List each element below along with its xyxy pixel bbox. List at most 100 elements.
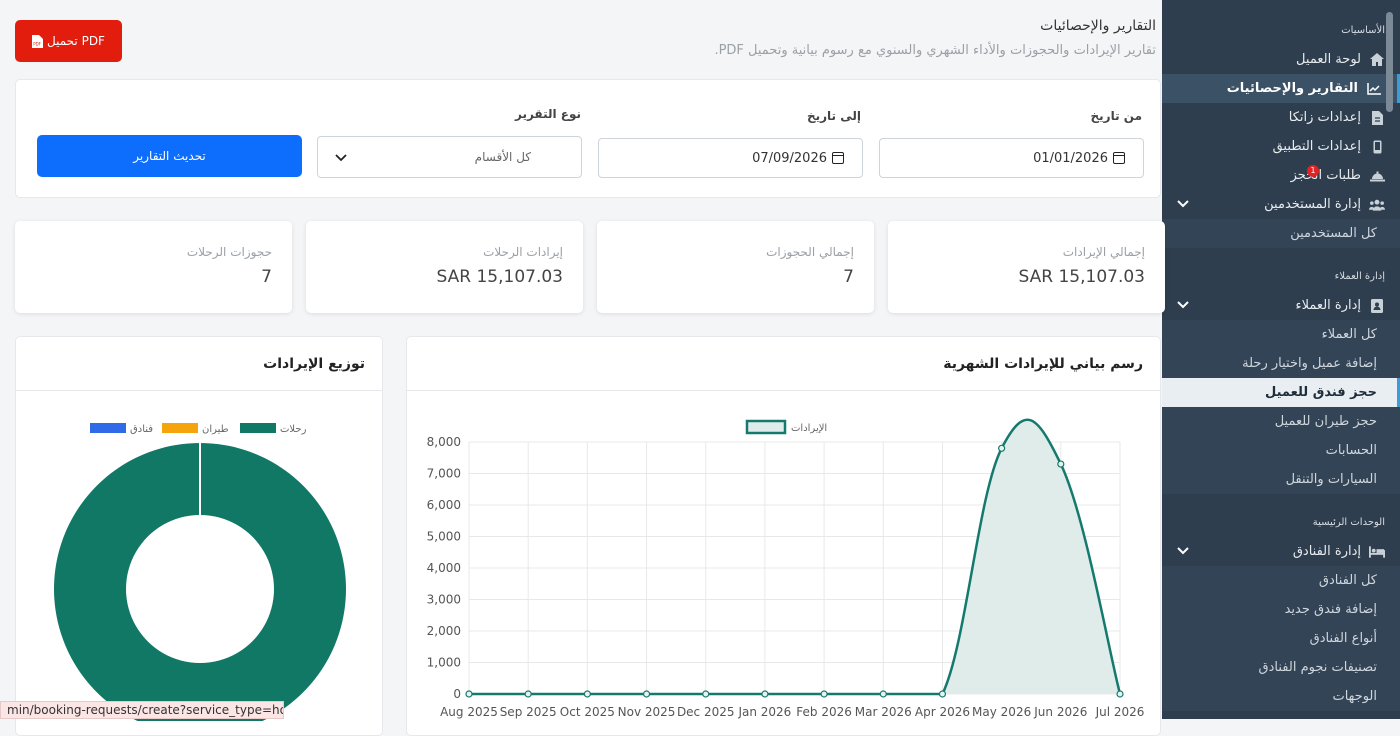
legend-swatch <box>240 423 276 433</box>
from-date-label: من تاريخ <box>1090 109 1142 123</box>
calendar-icon <box>832 152 844 164</box>
y-tick-label: 6,000 <box>427 498 461 512</box>
stat-card-total-revenue: إجمالي الإيرادات SAR 15,107.03 <box>888 221 1165 313</box>
data-point <box>761 690 769 698</box>
stat-value: SAR 15,107.03 <box>436 267 563 287</box>
y-tick-label: 1,000 <box>427 656 461 670</box>
x-tick-label: Jun 2026 <box>1033 705 1087 719</box>
sidebar-item-users-management[interactable]: إدارة المستخدمين <box>1162 190 1400 219</box>
x-tick-label: Jul 2026 <box>1095 705 1145 719</box>
x-tick-label: Sep 2025 <box>500 705 557 719</box>
stat-value: 7 <box>261 267 272 287</box>
to-date-value: 07/09/2026 <box>752 150 827 166</box>
sidebar-subitem-hotel-types[interactable]: أنواع الفنادق <box>1162 624 1400 653</box>
svg-text:PDF: PDF <box>33 41 41 46</box>
sidebar-item-label: إدارة المستخدمين <box>1264 197 1361 212</box>
revenue-distribution-chart: رحلات طيران فنادق <box>53 423 346 721</box>
report-type-select[interactable]: كل الأقسام <box>317 136 582 178</box>
users-icon <box>1369 197 1385 213</box>
sidebar-subitem-book-hotel[interactable]: حجز فندق للعميل <box>1162 378 1400 407</box>
sidebar-subitem-add-hotel[interactable]: إضافة فندق جديد <box>1162 595 1400 624</box>
stat-label: إجمالي الإيرادات <box>1062 245 1145 259</box>
x-tick-label: Mar 2026 <box>855 705 912 719</box>
page-subtitle: تقارير الإيرادات والحجوزات والأداء الشهر… <box>714 43 1156 58</box>
stat-label: إيرادات الرحلات <box>483 245 563 259</box>
x-tick-label: Aug 2025 <box>440 705 498 719</box>
data-point <box>820 690 828 698</box>
x-tick-label: Feb 2026 <box>796 705 852 719</box>
series-area <box>469 419 1120 694</box>
sidebar-section-clients: إدارة العملاء <box>1334 271 1385 282</box>
sidebar-subitem-destinations[interactable]: الوجهات <box>1162 682 1400 711</box>
sidebar-subitem-all-hotels[interactable]: كل الفنادق <box>1162 566 1400 595</box>
sidebar-item-booking-requests[interactable]: طلبات الحجز 1 <box>1162 161 1400 190</box>
sidebar-item-app-settings[interactable]: إعدادات التطبيق <box>1162 132 1400 161</box>
bell-service-icon <box>1369 168 1385 184</box>
sidebar-subitem-accounts[interactable]: الحسابات <box>1162 436 1400 465</box>
monthly-revenue-title: رسم بياني للإيرادات الشهرية <box>407 337 1160 391</box>
from-date-value: 01/01/2026 <box>1033 150 1108 166</box>
legend-label: الإيرادات <box>791 423 827 434</box>
to-date-label: إلى تاريخ <box>806 109 861 123</box>
y-tick-label: 7,000 <box>427 467 461 481</box>
download-pdf-button[interactable]: PDF تحميل PDF <box>15 20 122 62</box>
legend-swatch <box>162 423 198 433</box>
chevron-down-icon <box>1177 301 1189 309</box>
stat-value: 7 <box>843 267 854 287</box>
x-tick-label: Nov 2025 <box>618 705 676 719</box>
y-tick-label: 0 <box>453 687 461 701</box>
sidebar-item-clients-management[interactable]: إدارة العملاء <box>1162 291 1400 320</box>
bed-icon <box>1369 544 1385 560</box>
revenue-distribution-card: توزيع الإيرادات رحلات طيران فنادق <box>15 336 383 736</box>
legend-label: طيران <box>202 424 229 435</box>
chevron-down-icon <box>1177 200 1189 208</box>
sidebar-item-hotels-management[interactable]: إدارة الفنادق <box>1162 537 1400 566</box>
sidebar-scrollbar[interactable] <box>1386 12 1393 112</box>
sidebar-subitem-hotel-stars[interactable]: تصنيفات نجوم الفنادق <box>1162 653 1400 682</box>
chevron-down-icon <box>1177 547 1189 555</box>
from-date-input[interactable]: 01/01/2026 <box>879 138 1144 178</box>
data-point <box>642 690 651 698</box>
report-type-value: كل الأقسام <box>474 150 531 164</box>
y-tick-label: 8,000 <box>427 435 461 449</box>
y-tick-label: 2,000 <box>427 624 461 638</box>
sidebar-subitem-book-flight[interactable]: حجز طيران للعميل <box>1162 407 1400 436</box>
legend-label: فنادق <box>130 424 153 435</box>
sidebar-section-basics: الأساسيات <box>1341 25 1385 36</box>
data-point <box>998 444 1006 452</box>
update-reports-button[interactable]: تحديث التقارير <box>37 135 302 177</box>
stat-card-total-bookings: إجمالي الحجوزات 7 <box>597 221 874 313</box>
mobile-icon <box>1369 139 1385 155</box>
stat-card-trips-bookings: حجوزات الرحلات 7 <box>15 221 292 313</box>
sidebar-item-label: إعدادات زاتكا <box>1288 110 1361 125</box>
x-tick-label: Jan 2026 <box>737 705 791 719</box>
y-tick-label: 5,000 <box>427 530 461 544</box>
sidebar-subitem-all-users[interactable]: كل المستخدمين <box>1162 219 1400 248</box>
sidebar-item-dashboard[interactable]: لوحة العميل <box>1162 45 1400 74</box>
address-book-icon <box>1369 298 1385 314</box>
sidebar-item-reports[interactable]: التقارير والإحصائيات <box>1162 74 1400 103</box>
stat-label: حجوزات الرحلات <box>186 245 272 259</box>
sidebar-item-zatca[interactable]: إعدادات زاتكا <box>1162 103 1400 132</box>
stat-value: SAR 15,107.03 <box>1018 267 1145 287</box>
legend-swatch <box>90 423 126 433</box>
sidebar-subitem-all-clients[interactable]: كل العملاء <box>1162 320 1400 349</box>
sidebar-subitem-cars[interactable]: السيارات والتنقل <box>1162 465 1400 494</box>
calendar-icon <box>1113 152 1125 164</box>
x-tick-label: Dec 2025 <box>677 705 735 719</box>
monthly-revenue-chart: الإيرادات 0 1,000 2,000 3,000 4,000 5,000 6,000… <box>427 418 1145 719</box>
sidebar-subitem-add-client-trip[interactable]: إضافة عميل واختيار رحلة <box>1162 349 1400 378</box>
invoice-icon <box>1369 110 1385 126</box>
to-date-input[interactable]: 07/09/2026 <box>598 138 863 178</box>
report-type-label: نوع التقرير <box>515 107 581 121</box>
x-tick-label: May 2026 <box>972 705 1031 719</box>
page-title: التقارير والإحصائيات <box>1040 18 1156 34</box>
filters-card: من تاريخ 01/01/2026 إلى تاريخ 07/09/2026… <box>15 79 1161 198</box>
sidebar: الأساسيات لوحة العميل التقارير والإحصائي… <box>1162 0 1400 719</box>
data-point <box>524 690 532 698</box>
home-icon <box>1369 52 1385 68</box>
stat-label: إجمالي الحجوزات <box>766 245 854 259</box>
sidebar-item-label: إدارة العملاء <box>1295 298 1361 313</box>
sidebar-item-label: إدارة الفنادق <box>1292 544 1361 559</box>
chevron-down-icon <box>335 154 347 162</box>
